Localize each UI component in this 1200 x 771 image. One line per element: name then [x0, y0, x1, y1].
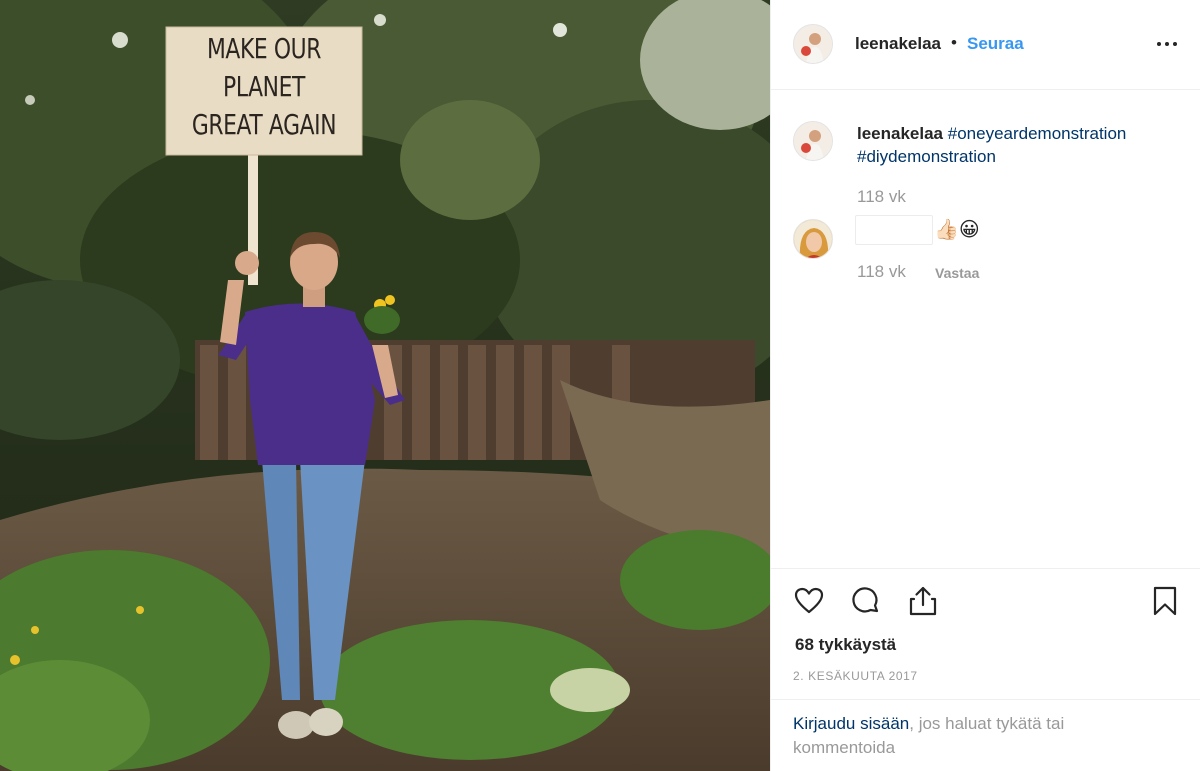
comment-icon[interactable]: [850, 585, 882, 617]
protest-sign-text: MAKE OUR PLANET GREAT AGAIN: [189, 30, 339, 144]
sign-line-1: MAKE OUR: [206, 32, 322, 65]
avatar-image: [794, 220, 832, 258]
sign-line-2: PLANET: [223, 70, 305, 103]
login-prompt: Kirjaudu sisään, jos haluat tykätä tai k…: [771, 699, 1200, 771]
photo-scene: [0, 0, 770, 771]
login-link[interactable]: Kirjaudu sisään: [793, 714, 909, 733]
redacted-commenter-name: [855, 215, 933, 245]
hashtag-link[interactable]: #oneyeardemonstration: [948, 124, 1127, 143]
commenter-avatar[interactable]: [793, 219, 833, 259]
bookmark-icon[interactable]: [1149, 585, 1181, 617]
hashtag-link[interactable]: #diydemonstration: [857, 147, 996, 166]
likes-count[interactable]: 68 tykkäystä: [795, 635, 896, 655]
login-prompt-text: Kirjaudu sisään, jos haluat tykätä tai k…: [793, 712, 1153, 760]
avatar-image: [794, 25, 832, 63]
post-date[interactable]: 2. KESÄKUUTA 2017: [793, 669, 918, 683]
post-header: leenakelaa • Seuraa: [771, 0, 1200, 90]
header-separator: •: [951, 33, 957, 52]
sign-line-3: GREAT AGAIN: [191, 108, 337, 141]
caption-avatar[interactable]: [793, 121, 833, 161]
post-sidebar: leenakelaa • Seuraa leenakelaa #oneyeard…: [770, 0, 1200, 771]
follow-button[interactable]: Seuraa: [967, 34, 1024, 54]
avatar-image: [794, 122, 832, 160]
more-options-icon[interactable]: [1155, 34, 1179, 54]
header-username[interactable]: leenakelaa: [855, 34, 941, 54]
heart-icon[interactable]: [793, 585, 825, 617]
post-actions: 68 tykkäystä 2. KESÄKUUTA 2017 Kirjaudu …: [771, 568, 1200, 771]
comment-text: 👍🏻😀: [934, 219, 980, 241]
caption: leenakelaa #oneyeardemonstration #diydem…: [857, 122, 1177, 168]
reply-button[interactable]: Vastaa: [935, 265, 979, 281]
post-photo[interactable]: MAKE OUR PLANET GREAT AGAIN: [0, 0, 770, 771]
profile-avatar[interactable]: [793, 24, 833, 64]
caption-username[interactable]: leenakelaa: [857, 124, 943, 143]
caption-timestamp[interactable]: 118 vk: [857, 187, 906, 207]
comment-timestamp[interactable]: 118 vk: [857, 262, 906, 282]
share-icon[interactable]: [907, 585, 939, 617]
